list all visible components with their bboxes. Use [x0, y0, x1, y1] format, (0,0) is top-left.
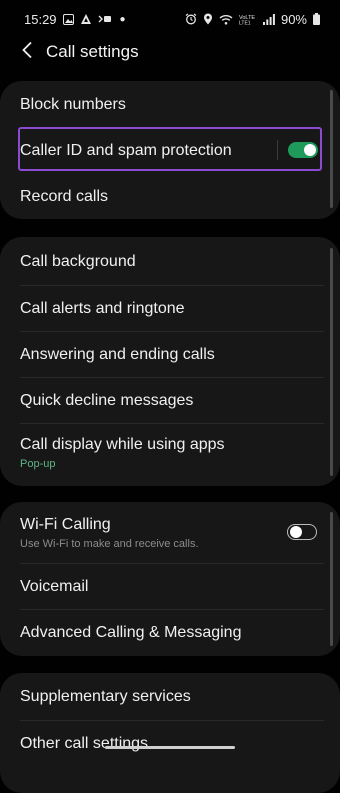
call-alerts-label: Call alerts and ringtone: [20, 299, 185, 317]
block-numbers-label: Block numbers: [20, 95, 126, 113]
battery-icon: [313, 13, 320, 25]
settings-group-3: Wi-Fi Calling Use Wi-Fi to make and rece…: [0, 502, 340, 656]
scrollbar[interactable]: [330, 248, 333, 476]
svg-text:LTE1: LTE1: [239, 21, 251, 26]
supplementary-services-label: Supplementary services: [20, 688, 191, 705]
supplementary-services-item[interactable]: Supplementary services: [0, 673, 324, 720]
scrollbar[interactable]: [330, 90, 333, 208]
quick-decline-item[interactable]: Quick decline messages: [0, 377, 324, 423]
wifi-calling-label: Wi-Fi Calling: [20, 515, 111, 533]
voicemail-label: Voicemail: [20, 577, 89, 595]
caller-id-label: Caller ID and spam protection: [20, 141, 232, 159]
toggle-knob: [290, 525, 302, 538]
call-display-item[interactable]: Call display while using apps Pop-up: [0, 423, 324, 483]
advanced-calling-label: Advanced Calling & Messaging: [20, 624, 242, 641]
hd-icon: [98, 14, 112, 24]
quick-decline-label: Quick decline messages: [20, 391, 194, 409]
settings-group-4: Supplementary services Other call settin…: [0, 673, 340, 793]
call-background-item[interactable]: Call background: [0, 237, 324, 285]
answering-ending-item[interactable]: Answering and ending calls: [0, 331, 324, 377]
record-calls-label: Record calls: [20, 187, 109, 205]
status-bar: 15:29 ● VoLTE LTE1 90%: [0, 0, 340, 38]
caller-id-toggle[interactable]: [288, 142, 318, 158]
scrollbar[interactable]: [330, 512, 333, 646]
call-display-value: Pop-up: [20, 458, 56, 470]
battery-percent: 90%: [280, 11, 307, 27]
wifi-calling-toggle[interactable]: [287, 524, 317, 540]
block-numbers-item[interactable]: Block numbers: [0, 81, 324, 127]
caller-id-item[interactable]: Caller ID and spam protection: [0, 127, 324, 173]
row-separator: [277, 140, 278, 160]
signal-icon: [262, 13, 275, 25]
settings-group-2: Call background Call alerts and ringtone…: [0, 237, 340, 486]
other-call-settings-item[interactable]: Other call settings: [0, 720, 324, 766]
call-display-label: Call display while using apps: [20, 436, 225, 453]
call-alerts-item[interactable]: Call alerts and ringtone: [0, 285, 324, 331]
toggle-knob: [304, 144, 316, 156]
back-button[interactable]: [16, 41, 38, 63]
volte-icon: VoLTE LTE1: [239, 13, 257, 25]
answering-ending-label: Answering and ending calls: [20, 345, 215, 363]
other-call-settings-label: Other call settings: [20, 734, 149, 752]
status-time: 15:29: [24, 11, 57, 27]
gallery-icon: [62, 13, 74, 25]
settings-group-1: Block numbers Caller ID and spam protect…: [0, 81, 340, 219]
wifi-icon: [219, 14, 233, 25]
app-header: Call settings: [0, 38, 340, 66]
advanced-calling-item[interactable]: Advanced Calling & Messaging: [0, 609, 324, 656]
page-title: Call settings: [46, 42, 139, 61]
location-icon: [203, 13, 213, 25]
home-indicator: [105, 746, 235, 749]
chevron-left-icon: [21, 41, 33, 64]
record-calls-item[interactable]: Record calls: [0, 173, 324, 219]
voicemail-item[interactable]: Voicemail: [0, 563, 324, 609]
ai-icon: [80, 13, 92, 25]
wifi-calling-item[interactable]: Wi-Fi Calling Use Wi-Fi to make and rece…: [0, 502, 324, 563]
wifi-calling-description: Use Wi-Fi to make and receive calls.: [20, 537, 199, 550]
notification-dot-icon: ●: [119, 13, 126, 25]
call-background-label: Call background: [20, 252, 136, 270]
alarm-icon: [185, 13, 197, 25]
